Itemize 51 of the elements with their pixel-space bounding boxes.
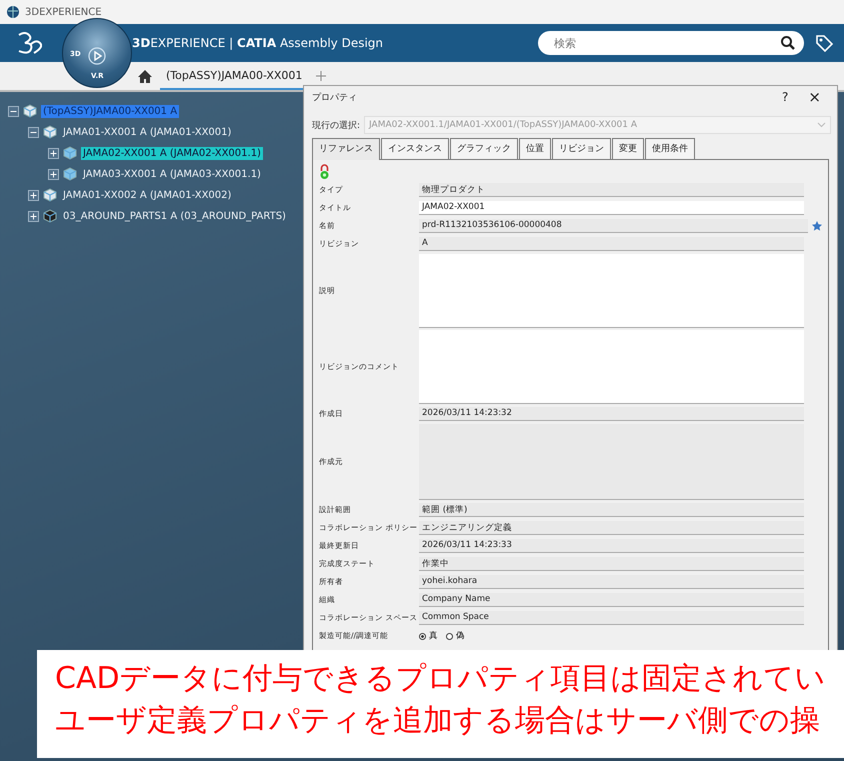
- tree-item[interactable]: 03_AROUND_PARTS1 A (03_AROUND_PARTS): [61, 210, 288, 222]
- property-field: Common Space: [419, 611, 804, 625]
- property-tab[interactable]: 使用条件: [645, 138, 695, 159]
- property-tab[interactable]: 変更: [612, 138, 644, 159]
- expand-toggle-icon[interactable]: [28, 126, 39, 138]
- tree-item[interactable]: JAMA03-XX001 A (JAMA03-XX001.1): [81, 168, 263, 180]
- property-tab[interactable]: リファレンス: [312, 138, 380, 160]
- property-field: 物理プロダクト: [419, 183, 804, 197]
- add-tab-icon[interactable]: [316, 71, 326, 81]
- annotation-text: ユーザ定義プロパティを追加する場合はサーバ側での操: [55, 702, 821, 740]
- ds-logo-icon: [16, 31, 42, 55]
- search-field[interactable]: 検索: [552, 36, 780, 50]
- chevron-down-icon: [817, 122, 826, 128]
- radio-option[interactable]: 偽: [446, 630, 465, 642]
- property-tab[interactable]: インスタンス: [381, 138, 449, 159]
- property-field: 2026/03/11 14:23:32: [419, 407, 804, 421]
- property-field: 2026/03/11 14:23:33: [419, 539, 804, 553]
- expand-toggle-icon[interactable]: [48, 148, 59, 158]
- close-button[interactable]: ×: [798, 88, 831, 106]
- expand-toggle-icon[interactable]: [48, 168, 59, 180]
- globe-icon: [6, 5, 20, 19]
- property-field: エンジニアリング定義: [419, 521, 804, 535]
- expand-toggle-icon[interactable]: [28, 210, 39, 222]
- property-field: yohei.kohara: [419, 575, 804, 589]
- property-field: Company Name: [419, 593, 804, 607]
- tag-icon[interactable]: [814, 33, 834, 53]
- expand-toggle-icon[interactable]: [28, 190, 39, 200]
- property-field[interactable]: JAMA02-XX001: [419, 201, 804, 215]
- radio-option[interactable]: 真: [419, 630, 438, 642]
- property-field: A: [419, 237, 804, 251]
- tree-item[interactable]: JAMA02-XX001 A (JAMA02-XX001.1): [81, 146, 263, 160]
- property-tab[interactable]: 位置: [519, 138, 551, 159]
- play-icon[interactable]: [88, 47, 106, 65]
- property-field: prd-R1132103536106-00000408: [419, 219, 808, 233]
- home-icon[interactable]: [138, 70, 152, 82]
- app-title: 3DEXPERIENCE | CATIA Assembly Design: [132, 36, 384, 50]
- star-icon[interactable]: [812, 221, 822, 231]
- search-icon[interactable]: [780, 35, 796, 51]
- property-tab[interactable]: グラフィック: [450, 138, 518, 159]
- expand-toggle-icon[interactable]: [8, 106, 19, 116]
- dialog-title: プロパティ: [312, 91, 357, 104]
- property-field: 範囲 (標準): [419, 503, 804, 517]
- annotation-text: CADデータに付与できるプロパティ項目は固定されてい: [55, 660, 827, 698]
- window-title: 3DEXPERIENCE: [25, 6, 102, 18]
- tree-item[interactable]: JAMA01-XX002 A (JAMA01-XX002): [61, 188, 234, 202]
- property-tab[interactable]: リビジョン: [552, 138, 611, 159]
- selection-label: 現行の選択:: [312, 120, 360, 132]
- help-button[interactable]: ?: [772, 90, 798, 104]
- search-bar[interactable]: 検索: [538, 31, 804, 55]
- tree-item[interactable]: JAMA01-XX001 A (JAMA01-XX001): [61, 126, 234, 138]
- property-field: 作業中: [419, 557, 804, 571]
